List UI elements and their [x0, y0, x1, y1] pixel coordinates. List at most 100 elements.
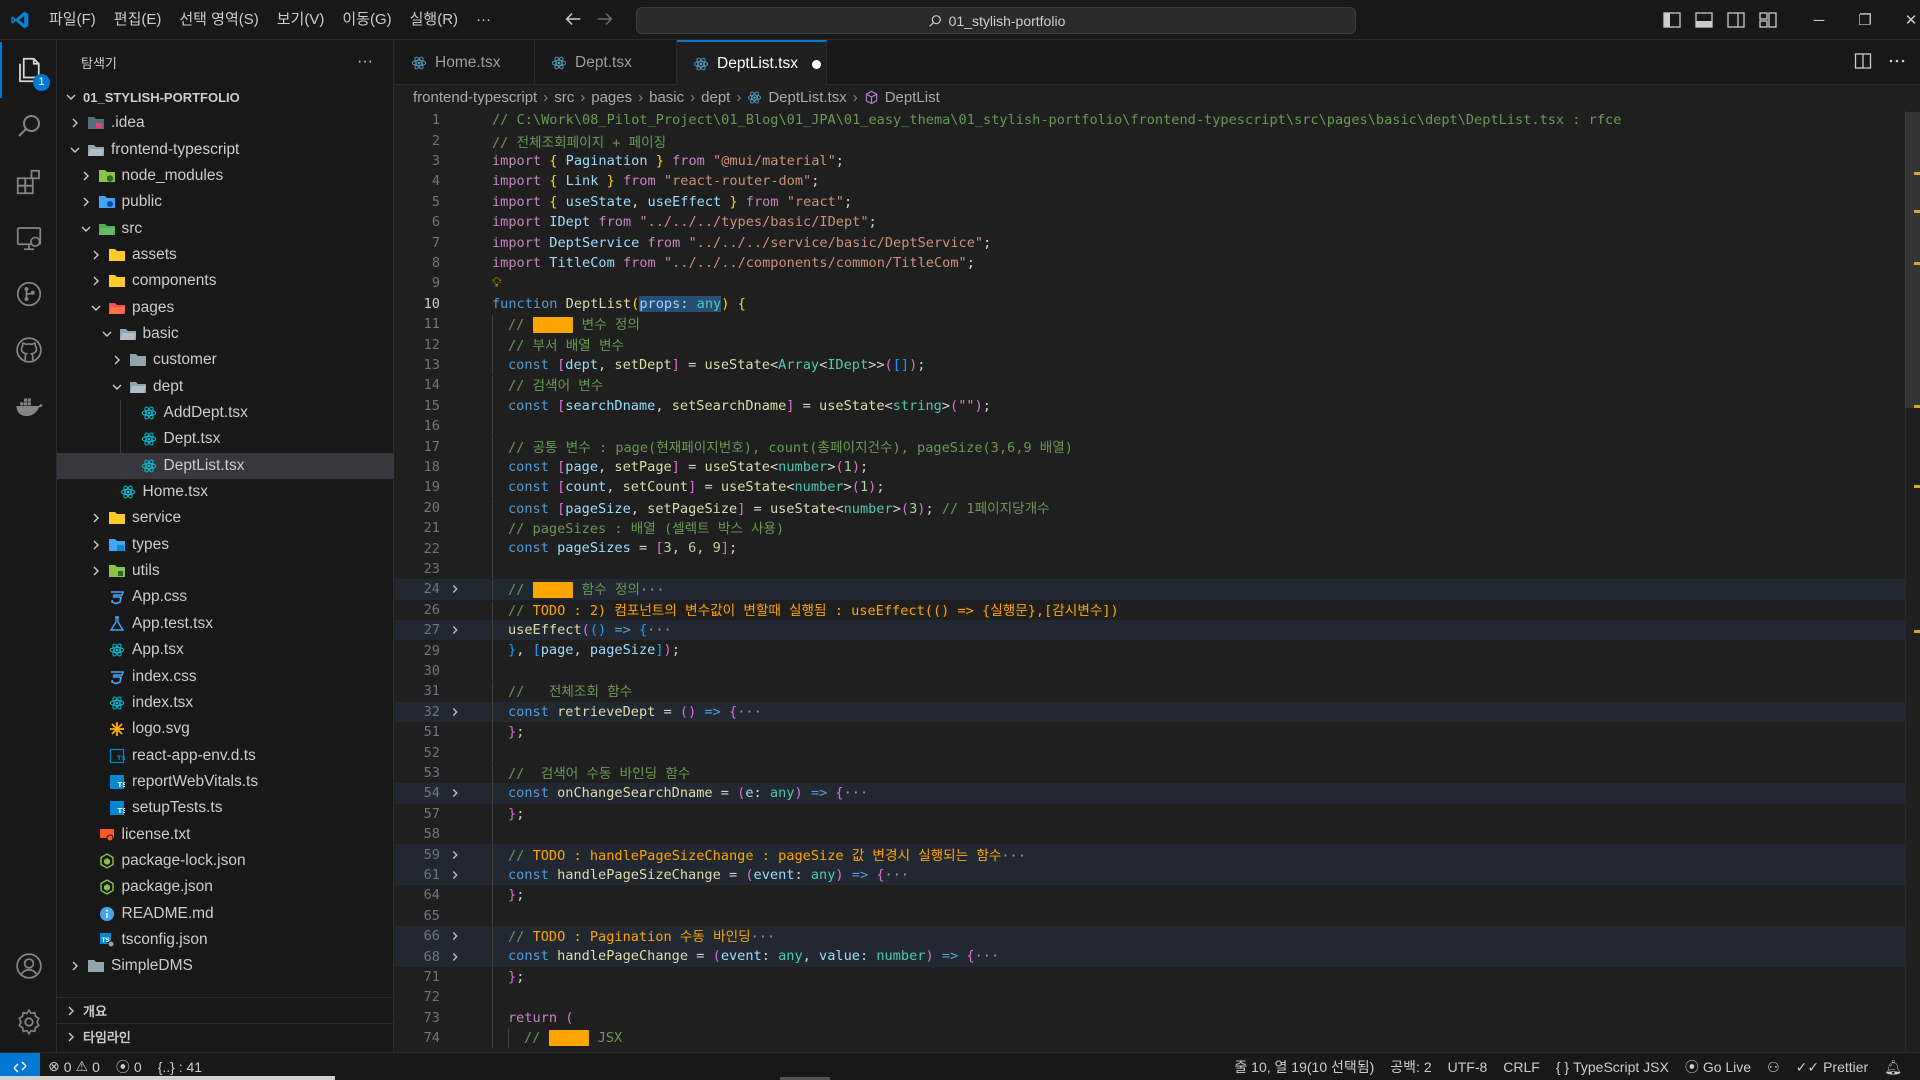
code-line[interactable]: 17 // 공통 변수 : page(현재페이지번호), count(총페이지건수… [395, 436, 1905, 458]
tree-item[interactable]: logo.svg [57, 716, 394, 742]
fold-chevron-icon[interactable] [440, 848, 470, 862]
code-line[interactable]: 32 const retrieveDept = () => {··· [395, 701, 1905, 722]
code-line[interactable]: 73 return ( [395, 1007, 1905, 1028]
cursor-position[interactable]: 줄 10, 열 19(10 선택됨) [1226, 1057, 1382, 1077]
code-line[interactable]: 53 // 검색어 수동 바인딩 함수 [395, 763, 1905, 785]
code-line[interactable]: 23 [395, 558, 1905, 580]
back-arrow-icon[interactable] [562, 8, 584, 30]
tree-item[interactable]: license.txt [57, 821, 394, 847]
menu-run[interactable]: 실행(R) [401, 0, 467, 40]
fold-chevron-icon[interactable] [440, 786, 470, 800]
tree-item[interactable]: index.tsx [57, 690, 394, 716]
code-editor[interactable]: 1 // C:\Work\08_Pilot_Project\01_Blog\01_… [395, 110, 1905, 1052]
code-line[interactable]: 57}; [395, 803, 1905, 824]
code-line[interactable]: 66 // TODO : Pagination 수동 바인딩··· [395, 926, 1905, 948]
breadcrumb-item[interactable]: dept [701, 89, 730, 106]
code-line[interactable]: 68 const handlePageChange = (event: any, … [395, 946, 1905, 967]
more-actions-icon[interactable] [1888, 52, 1906, 70]
code-line[interactable]: 52 [395, 742, 1905, 763]
account-icon[interactable] [0, 938, 57, 994]
menu-edit[interactable]: 편집(E) [105, 0, 171, 40]
tree-item[interactable]: src [57, 215, 394, 241]
copilot-icon[interactable]: ⚇ [1759, 1059, 1788, 1076]
tree-item[interactable]: TS setupTests.ts [57, 795, 394, 821]
explorer-icon[interactable]: 1 [0, 42, 57, 98]
code-line[interactable]: 4 import { Link } from "react-router-dom"… [395, 171, 1905, 191]
tree-item[interactable]: package.json [57, 874, 394, 900]
tree-item[interactable]: public [57, 189, 394, 215]
tree-item[interactable]: TS tsconfig.json [57, 927, 394, 953]
editor-scrollbar-thumb[interactable] [1905, 112, 1920, 408]
tree-item[interactable]: customer [57, 347, 394, 373]
tree-item[interactable]: utils [57, 558, 394, 584]
remote-explorer-icon[interactable] [0, 210, 57, 266]
tree-item[interactable]: package-lock.json [57, 848, 394, 874]
tree-item[interactable]: pages [57, 294, 394, 320]
code-line[interactable]: 72 [395, 987, 1905, 1008]
notifications-bell-icon[interactable]: 🔔︎ [1876, 1059, 1910, 1076]
breadcrumb-item[interactable]: pages [591, 89, 632, 106]
tree-item[interactable]: components [57, 268, 394, 294]
tree-item[interactable]: App.test.tsx [57, 611, 394, 637]
minimize-button[interactable]: ─ [1796, 0, 1842, 40]
encoding[interactable]: UTF-8 [1440, 1059, 1496, 1075]
code-line[interactable]: 6 import IDept from "../../../types/basic… [395, 212, 1905, 232]
braces-indicator[interactable]: {..} : 41 [150, 1059, 210, 1075]
code-line[interactable]: 58 [395, 824, 1905, 845]
toggle-primary-sidebar-icon[interactable] [1656, 0, 1688, 40]
tab-dept[interactable]: Dept.tsx [535, 40, 677, 85]
command-center-search[interactable]: 01_stylish-portfolio [636, 7, 1356, 34]
code-line[interactable]: 18 const [page, setPage] = useState<numbe… [395, 456, 1905, 478]
tree-item[interactable]: DeptList.tsx [57, 452, 394, 479]
code-line[interactable]: 65 [395, 905, 1905, 926]
settings-gear-icon[interactable] [0, 994, 57, 1050]
tree-item[interactable]: node_modules [57, 163, 394, 189]
fold-chevron-icon[interactable] [440, 705, 470, 719]
breadcrumb-item[interactable]: basic [649, 89, 684, 106]
menu-file[interactable]: 파일(F) [40, 0, 105, 40]
breadcrumb-item[interactable]: frontend-typescript [413, 89, 537, 106]
customize-layout-icon[interactable] [1752, 0, 1784, 40]
breadcrumb-item[interactable]: DeptList [885, 89, 940, 106]
vscode-logo-icon[interactable] [0, 0, 40, 40]
tree-item[interactable]: Home.tsx [57, 479, 394, 505]
tree-item[interactable]: AddDept.tsx [57, 400, 394, 426]
code-line[interactable]: 8 import TitleCom from "../../../componen… [395, 253, 1905, 273]
code-line[interactable]: 31 // 전체조회 함수 [395, 681, 1905, 703]
code-line[interactable]: 29}, [page, pageSize]); [395, 640, 1905, 661]
fold-chevron-icon[interactable] [440, 868, 470, 882]
tree-item[interactable]: App.tsx [57, 637, 394, 663]
code-line[interactable]: 21 // pageSizes : 배열 (셀렉트 박스 사용) [395, 518, 1905, 540]
search-icon[interactable] [0, 98, 57, 154]
tree-item[interactable]: index.css [57, 663, 394, 689]
menu-more[interactable]: ··· [467, 0, 500, 40]
code-line[interactable]: 20 const [pageSize, setPageSize] = useSta… [395, 498, 1905, 519]
explorer-more-button[interactable]: ··· [357, 53, 373, 71]
code-line[interactable]: 22 const pageSizes = [3, 6, 9]; [395, 538, 1905, 559]
language-mode[interactable]: { } TypeScript JSX [1548, 1059, 1677, 1075]
code-line[interactable]: 5 import { useState, useEffect } from "re… [395, 192, 1905, 212]
restore-button[interactable]: ❐ [1842, 0, 1888, 40]
code-line[interactable]: 59 // TODO : handlePageSizeChange : pageS… [395, 844, 1905, 866]
code-line[interactable]: 12 // 부서 배열 변수 [395, 334, 1905, 356]
ports-indicator[interactable]: ⦿ 0 [108, 1057, 150, 1077]
project-root-header[interactable]: 01_STYLISH-PORTFOLIO [57, 84, 394, 110]
code-line[interactable]: 24 // TODO: 함수 정의··· [395, 579, 1905, 601]
code-line[interactable]: 27 useEffect(() => {··· [395, 620, 1905, 641]
fold-chevron-icon[interactable] [440, 623, 470, 637]
breadcrumb-item[interactable]: DeptList.tsx [768, 89, 846, 106]
split-editor-icon[interactable] [1854, 52, 1872, 70]
go-live-button[interactable]: ⦿ Go Live [1677, 1057, 1759, 1077]
code-line[interactable]: 30 [395, 660, 1905, 682]
tree-item[interactable]: README.md [57, 901, 394, 927]
code-line[interactable]: 16 [395, 416, 1905, 437]
indentation[interactable]: 공백: 2 [1382, 1057, 1439, 1077]
tree-item[interactable]: assets [57, 242, 394, 268]
tree-item[interactable]: SimpleDMS [57, 953, 394, 979]
unsaved-dot-icon[interactable] [811, 59, 821, 69]
code-line[interactable]: 13 const [dept, setDept] = useState<Array… [395, 354, 1905, 376]
timeline-section[interactable]: 타임라인 [57, 1023, 394, 1049]
menu-view[interactable]: 보기(V) [268, 0, 334, 40]
tree-item[interactable]: TS react-app-env.d.ts [57, 742, 394, 768]
fold-chevron-icon[interactable] [440, 582, 470, 596]
